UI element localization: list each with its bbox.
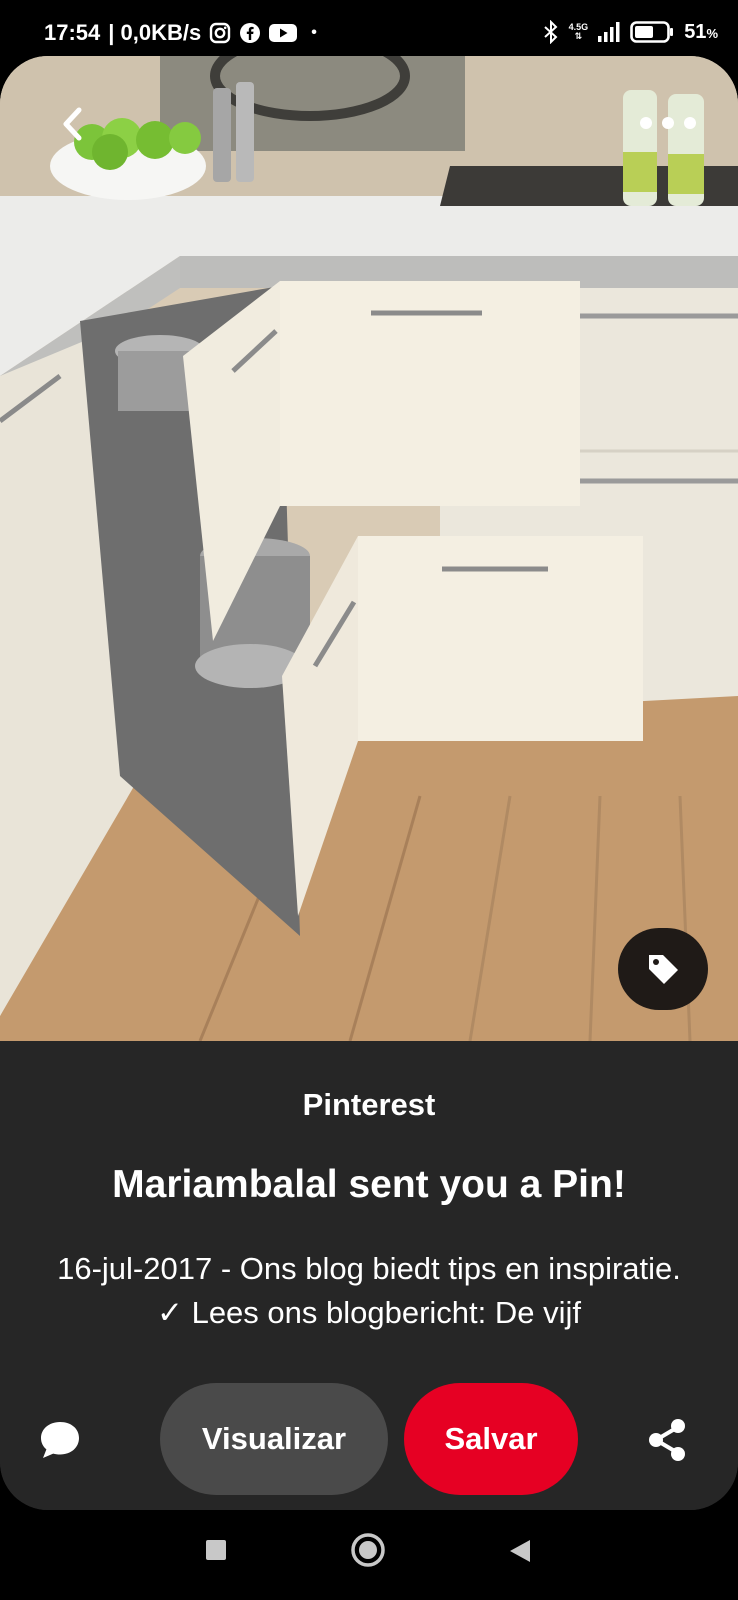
- save-button[interactable]: Salvar: [404, 1383, 578, 1495]
- chat-bubble-icon: [41, 1422, 79, 1458]
- pin-image[interactable]: [0, 56, 738, 1041]
- share-icon: [649, 1419, 685, 1461]
- status-right: 4.5G ⇅ 51%: [543, 20, 718, 44]
- home-button[interactable]: [350, 1532, 386, 1568]
- more-dot-icon: [640, 117, 652, 129]
- square-icon: [206, 1540, 226, 1560]
- pin-description: 16-jul-2017 - Ons blog biedt tips en ins…: [57, 1251, 681, 1330]
- pin-title: Mariambalal sent you a Pin!: [112, 1163, 626, 1206]
- chevron-left-icon: [63, 107, 82, 141]
- more-options-button[interactable]: [640, 108, 696, 138]
- more-dot-icon: [662, 117, 674, 129]
- comment-button[interactable]: [36, 1417, 84, 1463]
- pin-card: Pinterest Mariambalal sent you a Pin! 16…: [0, 56, 738, 1510]
- product-tag-button[interactable]: [618, 928, 708, 1010]
- action-bar: Visualizar Salvar: [0, 1383, 738, 1495]
- bluetooth-icon: [543, 20, 559, 44]
- tag-icon: [649, 955, 678, 984]
- battery-icon: [630, 21, 674, 43]
- youtube-icon: [269, 23, 298, 43]
- signal-icon: [598, 22, 620, 42]
- status-dot: •: [311, 24, 317, 41]
- navigation-bar: [0, 1510, 738, 1600]
- recents-button[interactable]: [204, 1538, 228, 1562]
- pin-details: Pinterest Mariambalal sent you a Pin! 16…: [0, 1041, 738, 1510]
- battery-level: 51%: [684, 20, 718, 43]
- share-button[interactable]: [642, 1415, 692, 1465]
- visit-button[interactable]: Visualizar: [160, 1383, 388, 1495]
- back-nav-button[interactable]: [508, 1538, 532, 1564]
- status-bar: 17:54 | 0,0KB/s • 4.5G ⇅ 51%: [0, 0, 738, 60]
- kitchen-drawers-photo: [0, 56, 738, 1041]
- status-speed: | 0,0KB/s: [108, 20, 202, 45]
- pin-source: Pinterest: [302, 1087, 436, 1122]
- more-dot-icon: [684, 117, 696, 129]
- back-button[interactable]: [52, 104, 92, 144]
- facebook-icon: [239, 22, 261, 44]
- status-left: 17:54 | 0,0KB/s •: [44, 20, 317, 46]
- triangle-back-icon: [510, 1540, 530, 1562]
- status-time: 17:54: [44, 20, 101, 45]
- home-circle-icon: [351, 1533, 385, 1567]
- network-type: 4.5G ⇅: [568, 22, 589, 41]
- instagram-icon: [209, 22, 231, 44]
